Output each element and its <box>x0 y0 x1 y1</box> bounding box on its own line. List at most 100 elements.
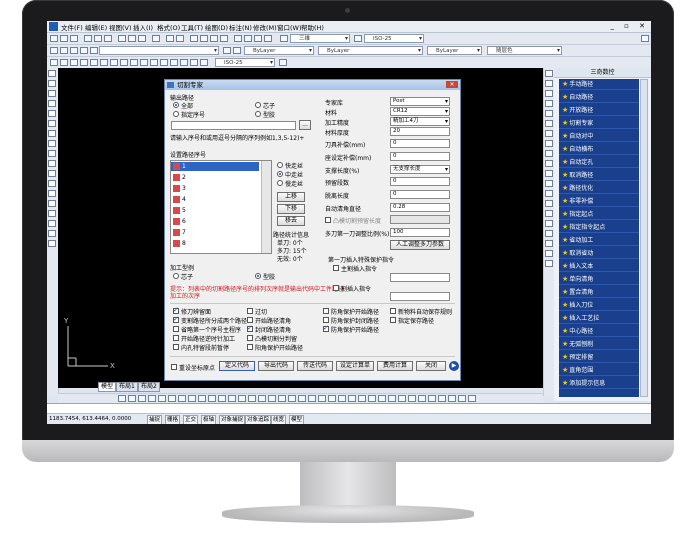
opt-check-7[interactable] <box>390 317 396 323</box>
save-icon[interactable] <box>70 35 78 42</box>
opt-check-8[interactable] <box>173 326 179 332</box>
print-icon[interactable] <box>84 35 92 42</box>
zoom-window-icon[interactable] <box>210 35 218 42</box>
dim-style-manager-icon[interactable] <box>279 59 287 66</box>
path-list-scrollbar[interactable] <box>261 161 271 253</box>
radio-speed-fast[interactable] <box>277 162 283 168</box>
plot-icon[interactable] <box>104 35 112 42</box>
radio-proc-core[interactable] <box>173 273 179 279</box>
trim-icon[interactable] <box>545 160 553 167</box>
cnc-tool-icon[interactable] <box>158 395 166 402</box>
menu-edit[interactable]: 编辑(E) <box>85 22 107 32</box>
scale-icon[interactable] <box>545 140 553 147</box>
make-current-icon[interactable] <box>223 47 231 54</box>
multi-ratio-input[interactable]: 100 <box>390 228 450 237</box>
panel-item[interactable]: ★取消路径 <box>559 170 639 181</box>
spline-icon[interactable] <box>48 150 56 157</box>
cnc-tool-icon[interactable] <box>228 395 236 402</box>
menu-draw[interactable]: 绘图(D) <box>205 22 228 32</box>
sun-icon[interactable] <box>70 47 78 54</box>
insert-instr-1-checkbox[interactable] <box>333 265 339 271</box>
help-icon[interactable] <box>264 35 272 42</box>
tool-palette-icon[interactable] <box>254 35 262 42</box>
extend-icon[interactable] <box>545 170 553 177</box>
reset-origin-checkbox[interactable] <box>171 364 177 370</box>
cnc-tool-icon[interactable] <box>458 395 466 402</box>
panel-item[interactable]: ★自动路径 <box>559 92 639 103</box>
radio-proc-die[interactable] <box>255 273 261 279</box>
construction-line-icon[interactable] <box>48 80 56 87</box>
panel-item[interactable]: ★插入工艺拉 <box>559 313 639 324</box>
path-list-item[interactable]: 7 <box>171 228 259 237</box>
cnc-tool-icon[interactable] <box>208 395 216 402</box>
tolerance-icon[interactable] <box>150 59 158 66</box>
cnc-tool-icon[interactable] <box>278 395 286 402</box>
paste-icon[interactable] <box>138 35 146 42</box>
arc-tool-icon[interactable] <box>545 240 553 247</box>
menu-window[interactable]: 窗口(W) <box>277 22 302 32</box>
cnc-tool-icon[interactable] <box>298 395 306 402</box>
cost-button[interactable]: 费用计算 <box>377 361 413 371</box>
cnc-tool-icon[interactable] <box>408 395 416 402</box>
cnc-tool-icon[interactable] <box>178 395 186 402</box>
cnc-tool-icon[interactable] <box>268 395 276 402</box>
copy-object-icon[interactable] <box>545 80 553 87</box>
cnc-tool-icon[interactable] <box>118 395 126 402</box>
rectangle-icon[interactable] <box>48 110 56 117</box>
material-select[interactable]: CR12 <box>390 107 450 116</box>
panel-item[interactable]: ★置合清角 <box>559 287 639 298</box>
opt-check-3[interactable] <box>390 308 396 314</box>
bulb-icon[interactable] <box>60 47 68 54</box>
window-controls[interactable]: _ ▫ ✕ <box>610 22 649 30</box>
angle-comp-input[interactable]: 0 <box>390 152 450 161</box>
radio-path-die[interactable] <box>255 111 261 117</box>
settings-button[interactable]: 设定计算单 <box>336 361 374 371</box>
move-down-button[interactable]: 下移 <box>277 204 305 214</box>
cnc-tool-icon[interactable] <box>358 395 366 402</box>
make-block-icon[interactable] <box>48 190 56 197</box>
snap-toggle[interactable]: 捕捉 <box>147 415 163 424</box>
dim-aligned-icon[interactable] <box>60 59 68 66</box>
cnc-tool-icon[interactable] <box>148 395 156 402</box>
panel-item[interactable]: ★插入文本 <box>559 261 639 272</box>
panel-item[interactable]: ★省动加工 <box>559 235 639 246</box>
define-code-button[interactable]: 定义代码 <box>219 361 255 371</box>
dialog-titlebar[interactable]: 切割专家 ✕ <box>165 80 460 90</box>
tab-layout1[interactable]: 布局1 <box>116 382 138 392</box>
insert-block-icon[interactable] <box>48 180 56 187</box>
panel-item[interactable]: ★自动横布 <box>559 144 639 155</box>
panel-item[interactable]: ★单向清角 <box>559 274 639 285</box>
dim-text-edit-icon[interactable] <box>180 59 188 66</box>
plotstyle-combo[interactable]: 随层色 <box>487 46 562 55</box>
zoom-realtime-icon[interactable] <box>200 35 208 42</box>
redo-icon[interactable] <box>176 35 184 42</box>
path-list-item[interactable]: 2 <box>171 173 259 182</box>
dim-style-icon[interactable] <box>354 35 362 42</box>
text-style-icon[interactable] <box>280 35 288 42</box>
path-list-item[interactable]: 8 <box>171 239 259 248</box>
precision-select[interactable]: 精加工4刀 <box>390 117 450 126</box>
grid-toggle[interactable]: 栅格 <box>165 415 181 424</box>
cnc-tool-icon[interactable] <box>138 395 146 402</box>
open-icon[interactable] <box>60 35 68 42</box>
panel-item[interactable]: ★指定指令起点 <box>559 222 639 233</box>
cnc-tool-icon[interactable] <box>238 395 246 402</box>
cnc-tool-icon[interactable] <box>398 395 406 402</box>
menu-help[interactable]: 帮助(H) <box>301 22 324 32</box>
cnc-tool-icon[interactable] <box>348 395 356 402</box>
send-code-button[interactable]: 传送代码 <box>297 361 333 371</box>
opt-check-10[interactable] <box>323 324 329 332</box>
layer-manager-icon[interactable] <box>50 47 58 54</box>
insert-instr-1-input[interactable] <box>390 273 450 282</box>
zoom-previous-icon[interactable] <box>220 35 228 42</box>
cnc-tool-icon[interactable] <box>388 395 396 402</box>
dim-angular-icon[interactable] <box>100 59 108 66</box>
thickness-input[interactable]: 20 <box>390 127 450 136</box>
move-up-button[interactable]: 上移 <box>277 192 305 202</box>
edit-tool-icon[interactable] <box>545 260 553 267</box>
circle-icon[interactable] <box>48 130 56 137</box>
cnc-tool-icon[interactable] <box>218 395 226 402</box>
stretch-icon[interactable] <box>545 150 553 157</box>
close-button[interactable]: 关闭 <box>416 361 446 371</box>
cnc-tool-icon[interactable] <box>368 395 376 402</box>
